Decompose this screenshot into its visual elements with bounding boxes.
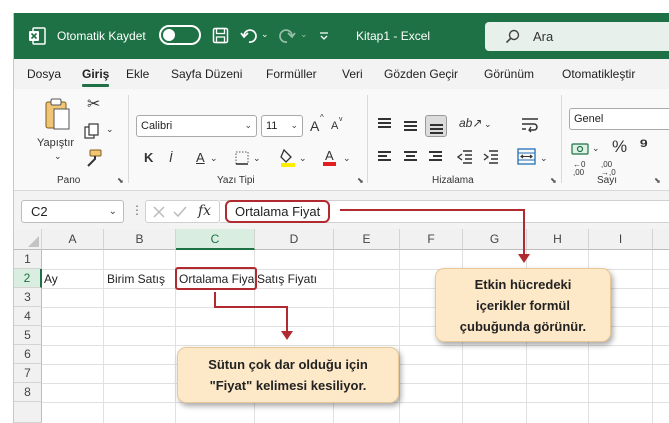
callout-line: içerikler formül [476,298,570,313]
excel-window: Otomatik Kaydet ⌄ ⌄ Kitap1 - Excel Ara D… [13,13,669,423]
callout-line: çubuğunda görünür. [459,319,587,334]
column-width-callout: Sütun çok dar olduğu için "Fiyat" kelime… [177,347,399,403]
callout-line: "Fiyat" kelimesi kesiliyor. [209,378,367,393]
callout-line: Sütun çok dar olduğu için [208,357,368,372]
callout-line: Etkin hücredeki [474,277,572,292]
formula-bar-callout: Etkin hücredeki içerikler formül çubuğun… [435,268,611,342]
